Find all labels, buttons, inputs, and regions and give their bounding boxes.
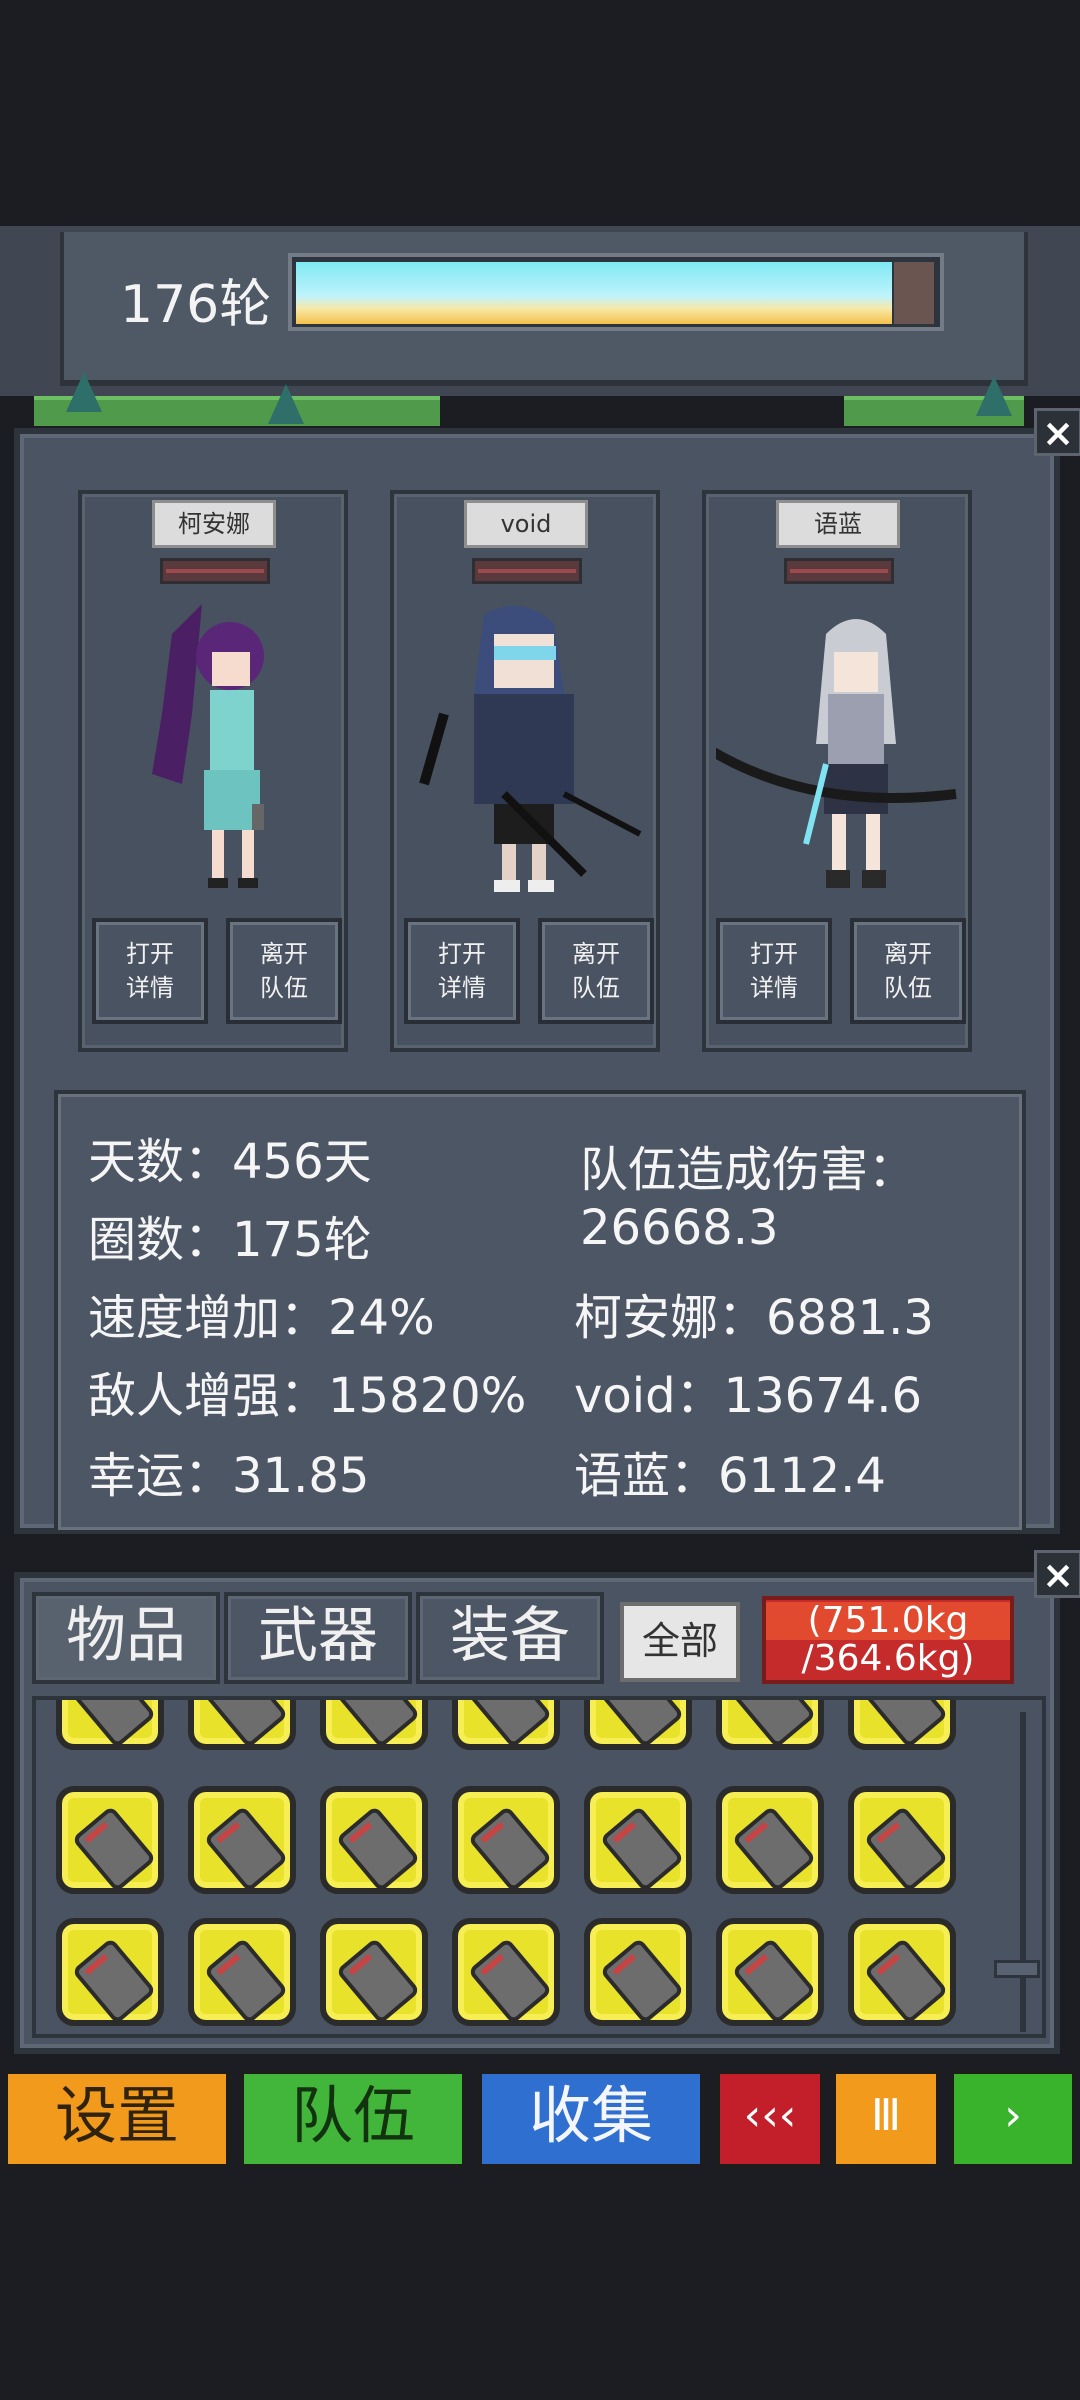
pause-icon[interactable]: Ⅲ <box>832 2070 940 2168</box>
team-panel-close-icon[interactable]: × <box>1034 408 1080 456</box>
open-details-button[interactable]: 打开 详情 <box>404 918 520 1024</box>
inventory-scrollbar[interactable] <box>1020 1712 1026 2032</box>
stat-speed: 速度增加：24% <box>88 1290 435 1346</box>
grenade-shell-icon[interactable] <box>452 1700 560 1750</box>
rewind-icon[interactable]: ‹‹‹ <box>716 2070 824 2168</box>
damage-member-1: 柯安娜：6881.3 <box>574 1290 934 1346</box>
grenade-shell-icon[interactable] <box>452 1786 560 1894</box>
filter-all-button[interactable]: 全部 <box>620 1602 740 1682</box>
grenade-shell-icon[interactable] <box>848 1700 956 1750</box>
inventory-grid <box>32 1696 1046 2038</box>
play-icon[interactable]: › <box>950 2070 1076 2168</box>
grenade-shell-icon[interactable] <box>848 1786 956 1894</box>
member-hp-bar <box>784 558 894 584</box>
stat-days: 天数：456天 <box>88 1134 372 1190</box>
grenade-shell-icon[interactable] <box>56 1918 164 2026</box>
round-counter: 176轮 <box>120 275 272 335</box>
collect-button[interactable]: 收集 <box>478 2070 704 2168</box>
grenade-shell-icon[interactable] <box>188 1700 296 1750</box>
grenade-shell-icon[interactable] <box>848 1918 956 2026</box>
grenade-shell-icon[interactable] <box>188 1918 296 2026</box>
team-button[interactable]: 队伍 <box>240 2070 466 2168</box>
tab-items[interactable]: 物品 <box>32 1592 220 1684</box>
character-sprite-keanna <box>152 604 264 888</box>
grenade-shell-icon[interactable] <box>320 1786 428 1894</box>
leave-team-button[interactable]: 离开 队伍 <box>226 918 342 1024</box>
grenade-shell-icon[interactable] <box>716 1786 824 1894</box>
tree-icon <box>66 372 102 412</box>
tab-weapons[interactable]: 武器 <box>224 1592 412 1684</box>
grenade-shell-icon[interactable] <box>320 1918 428 2026</box>
inventory-scroll-thumb[interactable] <box>994 1960 1040 1978</box>
settings-button[interactable]: 设置 <box>4 2070 230 2168</box>
stat-luck: 幸运：31.85 <box>88 1448 370 1504</box>
weight-indicator: (751.0kg /364.6kg) <box>762 1596 1014 1684</box>
grenade-shell-icon[interactable] <box>716 1918 824 2026</box>
tree-icon <box>268 384 304 424</box>
open-details-button[interactable]: 打开 详情 <box>92 918 208 1024</box>
inventory-close-icon[interactable]: × <box>1034 1550 1080 1598</box>
damage-member-2: void：13674.6 <box>574 1368 923 1424</box>
grenade-shell-icon[interactable] <box>584 1786 692 1894</box>
tab-equipment[interactable]: 装备 <box>416 1592 604 1684</box>
grenade-shell-icon[interactable] <box>716 1700 824 1750</box>
damage-total: 26668.3 <box>580 1200 779 1256</box>
stat-rounds: 圈数：175轮 <box>88 1212 372 1268</box>
character-sprite-yulan <box>716 619 957 888</box>
grenade-shell-icon[interactable] <box>56 1786 164 1894</box>
grenade-shell-icon[interactable] <box>56 1700 164 1750</box>
grenade-shell-icon[interactable] <box>320 1700 428 1750</box>
character-sprite-void <box>419 606 642 892</box>
damage-title: 队伍造成伤害： <box>580 1142 917 1198</box>
open-details-button[interactable]: 打开 详情 <box>716 918 832 1024</box>
round-progress-fill <box>296 262 896 324</box>
grenade-shell-icon[interactable] <box>188 1786 296 1894</box>
tree-icon <box>976 376 1012 416</box>
member-card-1: 柯安娜 打开 详情 离开 队伍 <box>78 490 348 1052</box>
damage-member-3: 语蓝：6112.4 <box>574 1448 886 1504</box>
stat-enemy-boost: 敌人增强：15820% <box>88 1368 527 1424</box>
member-card-2: void 打开 详情 离开 队伍 <box>390 490 660 1052</box>
grenade-shell-icon[interactable] <box>584 1918 692 2026</box>
leave-team-button[interactable]: 离开 队伍 <box>850 918 966 1024</box>
grenade-shell-icon[interactable] <box>584 1700 692 1750</box>
member-name-tag: 柯安娜 <box>152 500 276 548</box>
member-hp-bar <box>160 558 270 584</box>
member-name-tag: 语蓝 <box>776 500 900 548</box>
member-name-tag: void <box>464 500 588 548</box>
leave-team-button[interactable]: 离开 队伍 <box>538 918 654 1024</box>
member-card-3: 语蓝 打开 详情 离开 队伍 <box>702 490 972 1052</box>
member-hp-bar <box>472 558 582 584</box>
grenade-shell-icon[interactable] <box>452 1918 560 2026</box>
progress-marker-icon <box>892 262 934 324</box>
